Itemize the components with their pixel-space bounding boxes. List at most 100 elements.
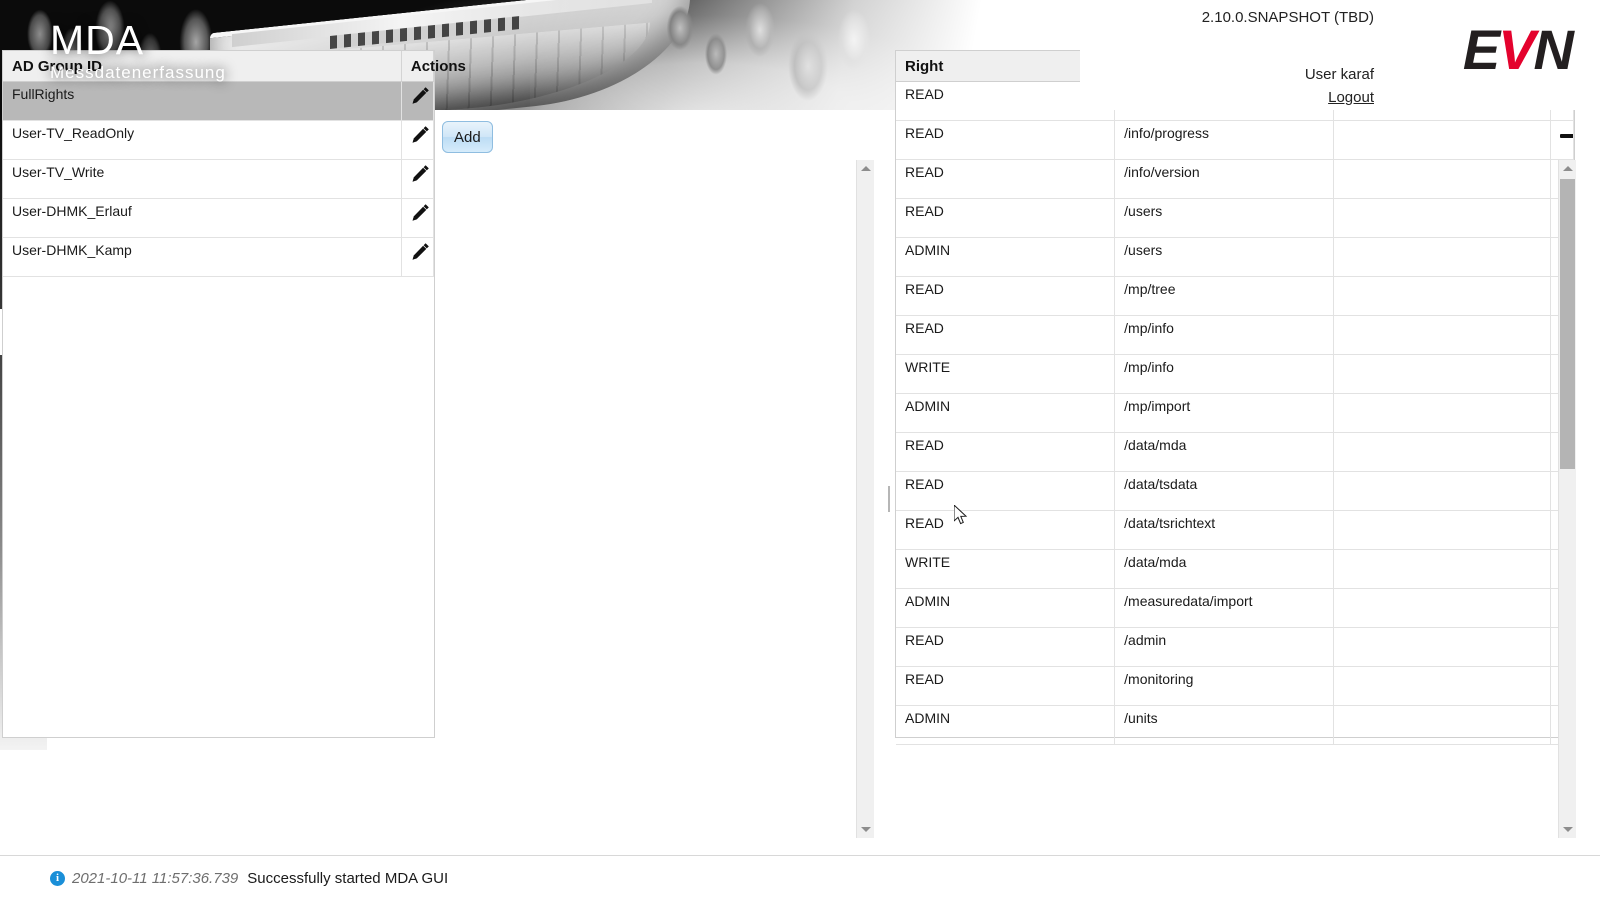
- ad-groups-panel: Add: [437, 110, 885, 852]
- evn-logo-e: E: [1462, 18, 1500, 81]
- table-row[interactable]: READ/data/tsdata: [896, 471, 1574, 511]
- cell-measure-point: [1333, 276, 1552, 316]
- cell-ad-group-id: User-TV_ReadOnly: [3, 120, 402, 160]
- table-row[interactable]: READ/mp/tree: [896, 276, 1574, 316]
- cell-security-level: /users: [1114, 198, 1335, 238]
- cell-measure-point: [1333, 315, 1552, 355]
- table-row[interactable]: ADMIN/measuredata/import: [896, 588, 1574, 628]
- evn-logo-n: N: [1533, 18, 1574, 81]
- cell-measure-point: [1333, 354, 1552, 394]
- cell-actions: [401, 81, 435, 121]
- cell-right: READ: [896, 198, 1116, 238]
- edit-pencil-icon: [412, 243, 429, 260]
- cell-actions: [401, 159, 435, 199]
- cell-right: READ: [896, 276, 1116, 316]
- cell-security-level: /data/mda: [1114, 549, 1335, 589]
- scroll-down-arrow[interactable]: [857, 821, 874, 838]
- cell-ad-group-id: User-TV_Write: [3, 159, 402, 199]
- evn-logo-v: V: [1498, 18, 1535, 81]
- edit-pencil-icon: [412, 204, 429, 221]
- scroll-down-arrow[interactable]: [1559, 821, 1576, 838]
- cell-security-level: /admin: [1114, 627, 1335, 667]
- table-row[interactable]: READ/info/progress: [896, 120, 1574, 160]
- table-row[interactable]: ADMIN/users: [896, 237, 1574, 277]
- scroll-up-arrow[interactable]: [857, 160, 874, 177]
- status-timestamp: 2021-10-11 11:57:36.739: [72, 869, 239, 887]
- cell-measure-point: [1333, 120, 1552, 160]
- cell-security-level: /users: [1114, 237, 1335, 277]
- table-row[interactable]: READ/users: [896, 198, 1574, 238]
- cell-measure-point: [1333, 705, 1552, 745]
- remove-dash-icon[interactable]: [1560, 134, 1573, 138]
- table-row[interactable]: READ/data/mda: [896, 432, 1574, 472]
- application-window: MDA Messdatenerfassung 2.10.0.SNAPSHOT (…: [0, 0, 1600, 900]
- table-row[interactable]: User-DHMK_Erlauf: [3, 198, 435, 238]
- cell-measure-point: [1333, 588, 1552, 628]
- cell-right: ADMIN: [896, 705, 1116, 745]
- header-right-area: 2.10.0.SNAPSHOT (TBD) User karaf Logout …: [1080, 0, 1600, 110]
- info-icon: i: [50, 870, 65, 886]
- edit-pencil-icon[interactable]: [411, 86, 430, 108]
- cell-security-level: /mp/info: [1114, 315, 1335, 355]
- rights-table: Right Security Level Measure Point Actio…: [896, 51, 1600, 745]
- cell-right: WRITE: [896, 354, 1116, 394]
- rights-scrollbar[interactable]: [1558, 160, 1576, 838]
- cell-right: WRITE: [896, 549, 1116, 589]
- table-row[interactable]: READ/mp/info: [896, 315, 1574, 355]
- grid-splitter[interactable]: [888, 486, 890, 512]
- edit-pencil-icon[interactable]: [411, 203, 430, 225]
- cell-right: ADMIN: [896, 393, 1116, 433]
- table-row[interactable]: READ/admin: [896, 627, 1574, 667]
- edit-pencil-icon: [412, 87, 429, 104]
- edit-pencil-icon[interactable]: [411, 125, 430, 147]
- cell-right: READ: [896, 432, 1116, 472]
- table-row[interactable]: FullRights: [3, 81, 435, 121]
- table-row[interactable]: WRITE/mp/info: [896, 354, 1574, 394]
- ad-groups-table: AD Group ID Actions FullRights User-TV_Re…: [3, 51, 466, 277]
- cell-right: READ: [896, 627, 1116, 667]
- table-row[interactable]: WRITE/data/mda: [896, 549, 1574, 589]
- cell-security-level: /monitoring: [1114, 666, 1335, 706]
- scroll-up-arrow[interactable]: [1559, 160, 1576, 177]
- cell-measure-point: [1333, 198, 1552, 238]
- ad-groups-grid: AD Group ID Actions FullRights User-TV_Re…: [2, 50, 466, 738]
- cell-measure-point: [1333, 510, 1552, 550]
- cell-right: ADMIN: [896, 237, 1116, 277]
- cell-security-level: /data/tsdata: [1114, 471, 1335, 511]
- logout-link[interactable]: Logout: [1328, 89, 1374, 106]
- cell-security-level: /data/mda: [1114, 432, 1335, 472]
- evn-logo: EVN: [1463, 22, 1574, 78]
- cell-measure-point: [1333, 471, 1552, 511]
- cell-measure-point: [1333, 432, 1552, 472]
- ad-groups-scrollbar[interactable]: [856, 160, 874, 838]
- cell-actions: [401, 237, 435, 277]
- table-row[interactable]: ADMIN/mp/import: [896, 393, 1574, 433]
- table-row[interactable]: User-TV_ReadOnly: [3, 120, 435, 160]
- app-subtitle: Messdatenerfassung: [50, 63, 226, 82]
- cell-measure-point: [1333, 627, 1552, 667]
- table-row[interactable]: ADMIN/units: [896, 705, 1574, 745]
- app-title: MDA: [50, 17, 145, 63]
- table-row[interactable]: User-TV_Write: [3, 159, 435, 199]
- table-row[interactable]: READ/info/version: [896, 159, 1574, 199]
- chevron-up-icon: [860, 166, 871, 171]
- table-row[interactable]: READ/data/tsrichtext: [896, 510, 1574, 550]
- edit-pencil-icon: [412, 165, 429, 182]
- scrollbar-thumb[interactable]: [1560, 179, 1575, 469]
- edit-pencil-icon[interactable]: [411, 242, 430, 264]
- edit-pencil-icon[interactable]: [411, 164, 430, 186]
- table-row[interactable]: READ/monitoring: [896, 666, 1574, 706]
- cell-actions: [401, 198, 435, 238]
- user-label: User karaf: [1304, 66, 1374, 83]
- status-bar: i 2021-10-11 11:57:36.739 Successfully s…: [0, 855, 1600, 900]
- cell-security-level: /units: [1114, 705, 1335, 745]
- add-button[interactable]: Add: [442, 121, 493, 153]
- cell-measure-point: [1333, 237, 1552, 277]
- edit-pencil-icon: [412, 126, 429, 143]
- table-row[interactable]: User-DHMK_Kamp: [3, 237, 435, 277]
- column-header-actions[interactable]: Actions: [401, 51, 466, 82]
- cell-measure-point: [1333, 159, 1552, 199]
- cell-security-level: /mp/info: [1114, 354, 1335, 394]
- cell-security-level: /info/progress: [1114, 120, 1335, 160]
- cell-security-level: /mp/import: [1114, 393, 1335, 433]
